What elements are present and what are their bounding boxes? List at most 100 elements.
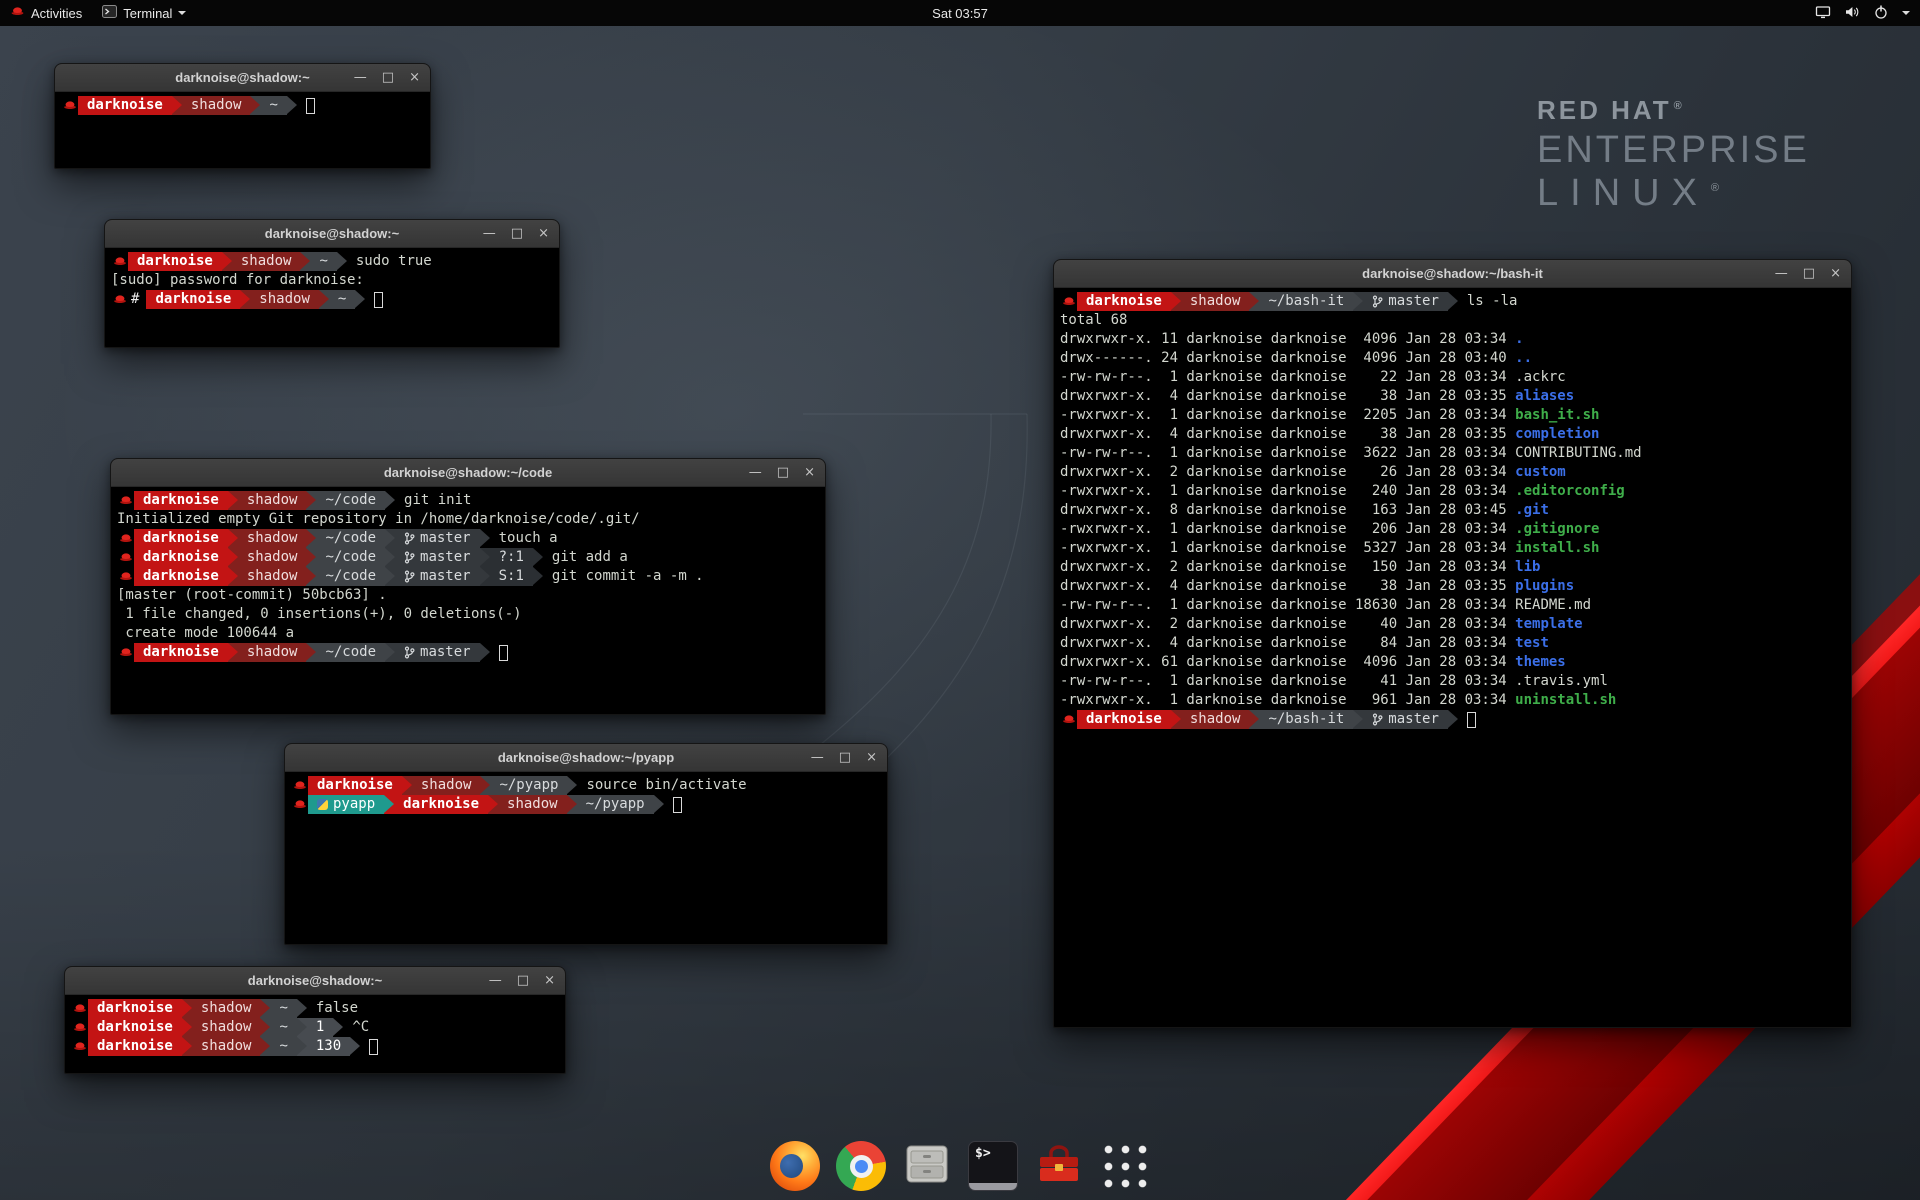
window-controls: — □ ×: [1775, 260, 1841, 287]
close-button[interactable]: ×: [804, 465, 815, 480]
terminal-output-line: -rwxrwxr-x. 1 darknoise darknoise 961 Ja…: [1060, 691, 1845, 710]
maximize-button[interactable]: □: [511, 226, 523, 241]
volume-icon: [1844, 4, 1860, 23]
command-text: git commit -a -m .: [543, 567, 704, 586]
redhat-distro-icon: [10, 5, 25, 21]
prompt-segment-user: darknoise: [394, 795, 488, 814]
maximize-button[interactable]: □: [517, 973, 529, 988]
dock-app-grid[interactable]: [1099, 1140, 1151, 1192]
prompt-segment-user: darknoise: [88, 999, 182, 1018]
terminal-body[interactable]: darknoiseshadow~sudo true[sudo] password…: [105, 248, 559, 313]
powerline-separator: [319, 290, 329, 309]
prompt-segment-host: shadow: [192, 999, 261, 1018]
terminal-output-line: -rw-rw-r--. 1 darknoise darknoise 41 Jan…: [1060, 672, 1845, 691]
prompt-segment-status: ?:1: [490, 548, 533, 567]
redhat-prompt-icon: [291, 798, 308, 811]
display-icon: [1815, 4, 1831, 23]
dock-files[interactable]: [901, 1140, 953, 1192]
git-branch-icon: [404, 570, 415, 583]
prompt-line: darknoiseshadow~/bash-itmasterls -la: [1060, 292, 1845, 311]
prompt-segment-path: ~/code: [316, 529, 385, 548]
prompt-segment-path: ~: [270, 999, 296, 1018]
app-grid-icon: [1100, 1141, 1151, 1192]
terminal-icon: $>: [968, 1141, 1018, 1191]
minimize-button[interactable]: —: [489, 973, 502, 988]
command-text: ^C: [343, 1018, 369, 1037]
minimize-button[interactable]: —: [811, 750, 824, 765]
prompt-segment-user: darknoise: [134, 567, 228, 586]
command-text: ls -la: [1458, 292, 1518, 311]
system-menu[interactable]: [1815, 4, 1910, 23]
minimize-button[interactable]: —: [354, 70, 367, 85]
minimize-button[interactable]: —: [1775, 266, 1788, 281]
close-button[interactable]: ×: [1830, 266, 1841, 281]
terminal-icon-glyph: $>: [975, 1146, 991, 1161]
prompt-line: darknoiseshadow~/codemastertouch a: [117, 529, 819, 548]
terminal-output-line: -rwxrwxr-x. 1 darknoise darknoise 5327 J…: [1060, 539, 1845, 558]
powerline-separator: [402, 776, 412, 795]
dock-terminal[interactable]: $>: [967, 1140, 1019, 1192]
close-button[interactable]: ×: [544, 973, 555, 988]
app-menu-button[interactable]: Terminal: [102, 5, 186, 21]
titlebar[interactable]: darknoise@shadow:~/bash-it—□×: [1054, 260, 1851, 288]
command-text: sudo true: [347, 252, 432, 271]
file-name: uninstall.sh: [1515, 692, 1616, 708]
terminal-output-line: drwxrwxr-x. 2 darknoise darknoise 26 Jan…: [1060, 463, 1845, 482]
terminal-body[interactable]: darknoiseshadow~: [55, 92, 430, 119]
dock-chrome[interactable]: [835, 1140, 887, 1192]
terminal-output-line: -rwxrwxr-x. 1 darknoise darknoise 206 Ja…: [1060, 520, 1845, 539]
powerline-separator: [1171, 710, 1181, 729]
powerline-separator: [480, 548, 490, 567]
terminal-output-line: -rw-rw-r--. 1 darknoise darknoise 22 Jan…: [1060, 368, 1845, 387]
git-branch-icon: [404, 532, 415, 545]
minimize-button[interactable]: —: [483, 226, 496, 241]
titlebar[interactable]: darknoise@shadow:~/pyapp—□×: [285, 744, 887, 772]
dock-firefox[interactable]: [769, 1140, 821, 1192]
powerline-separator: [182, 999, 192, 1018]
git-branch-icon: [404, 646, 415, 659]
powerline-separator: [182, 1037, 192, 1056]
activities-button[interactable]: Activities: [10, 5, 82, 21]
prompt-segment-host: shadow: [238, 548, 307, 567]
files-icon: [901, 1138, 953, 1195]
maximize-button[interactable]: □: [839, 750, 851, 765]
maximize-button[interactable]: □: [382, 70, 394, 85]
prompt-segment-user: darknoise: [146, 290, 240, 309]
powerline-separator: [260, 1018, 270, 1037]
terminal-output-line: -rw-rw-r--. 1 darknoise darknoise 3622 J…: [1060, 444, 1845, 463]
titlebar[interactable]: darknoise@shadow:~/code—□×: [111, 459, 825, 487]
close-button[interactable]: ×: [409, 70, 420, 85]
dock-software[interactable]: [1033, 1140, 1085, 1192]
chevron-down-icon: [178, 11, 186, 15]
titlebar[interactable]: darknoise@shadow:~—□×: [65, 967, 565, 995]
prompt-segment-git: master: [395, 567, 480, 586]
powerline-separator: [567, 795, 577, 814]
clock-label[interactable]: Sat 03:57: [932, 6, 988, 21]
close-button[interactable]: ×: [866, 750, 877, 765]
powerline-separator: [228, 529, 238, 548]
powerline-separator: [306, 567, 316, 586]
maximize-button[interactable]: □: [777, 465, 789, 480]
powerline-separator: [228, 567, 238, 586]
maximize-button[interactable]: □: [1803, 266, 1815, 281]
prompt-segment-host: shadow: [498, 795, 567, 814]
prompt-segment-git: master: [1363, 710, 1448, 729]
titlebar[interactable]: darknoise@shadow:~—□×: [55, 64, 430, 92]
terminal-body[interactable]: darknoiseshadow~/pyappsource bin/activat…: [285, 772, 887, 818]
powerline-separator: [480, 776, 490, 795]
powerline-separator: [1448, 292, 1458, 311]
terminal-output-line: Initialized empty Git repository in /hom…: [117, 510, 819, 529]
close-button[interactable]: ×: [538, 226, 549, 241]
prompt-segment-host: shadow: [238, 491, 307, 510]
minimize-button[interactable]: —: [749, 465, 762, 480]
terminal-body[interactable]: darknoiseshadow~/codegit initInitialized…: [111, 487, 825, 666]
prompt-segment-host: shadow: [250, 290, 319, 309]
file-name: completion: [1515, 426, 1599, 442]
terminal-body[interactable]: darknoiseshadow~/bash-itmasterls -latota…: [1054, 288, 1851, 733]
prompt-line: darknoiseshadow~130: [71, 1037, 559, 1056]
titlebar[interactable]: darknoise@shadow:~—□×: [105, 220, 559, 248]
prompt-line: darknoiseshadow~/codemasterS:1git commit…: [117, 567, 819, 586]
prompt-line: darknoiseshadow~/codegit init: [117, 491, 819, 510]
terminal-cursor: [306, 98, 315, 114]
terminal-body[interactable]: darknoiseshadow~falsedarknoiseshadow~1^C…: [65, 995, 565, 1060]
